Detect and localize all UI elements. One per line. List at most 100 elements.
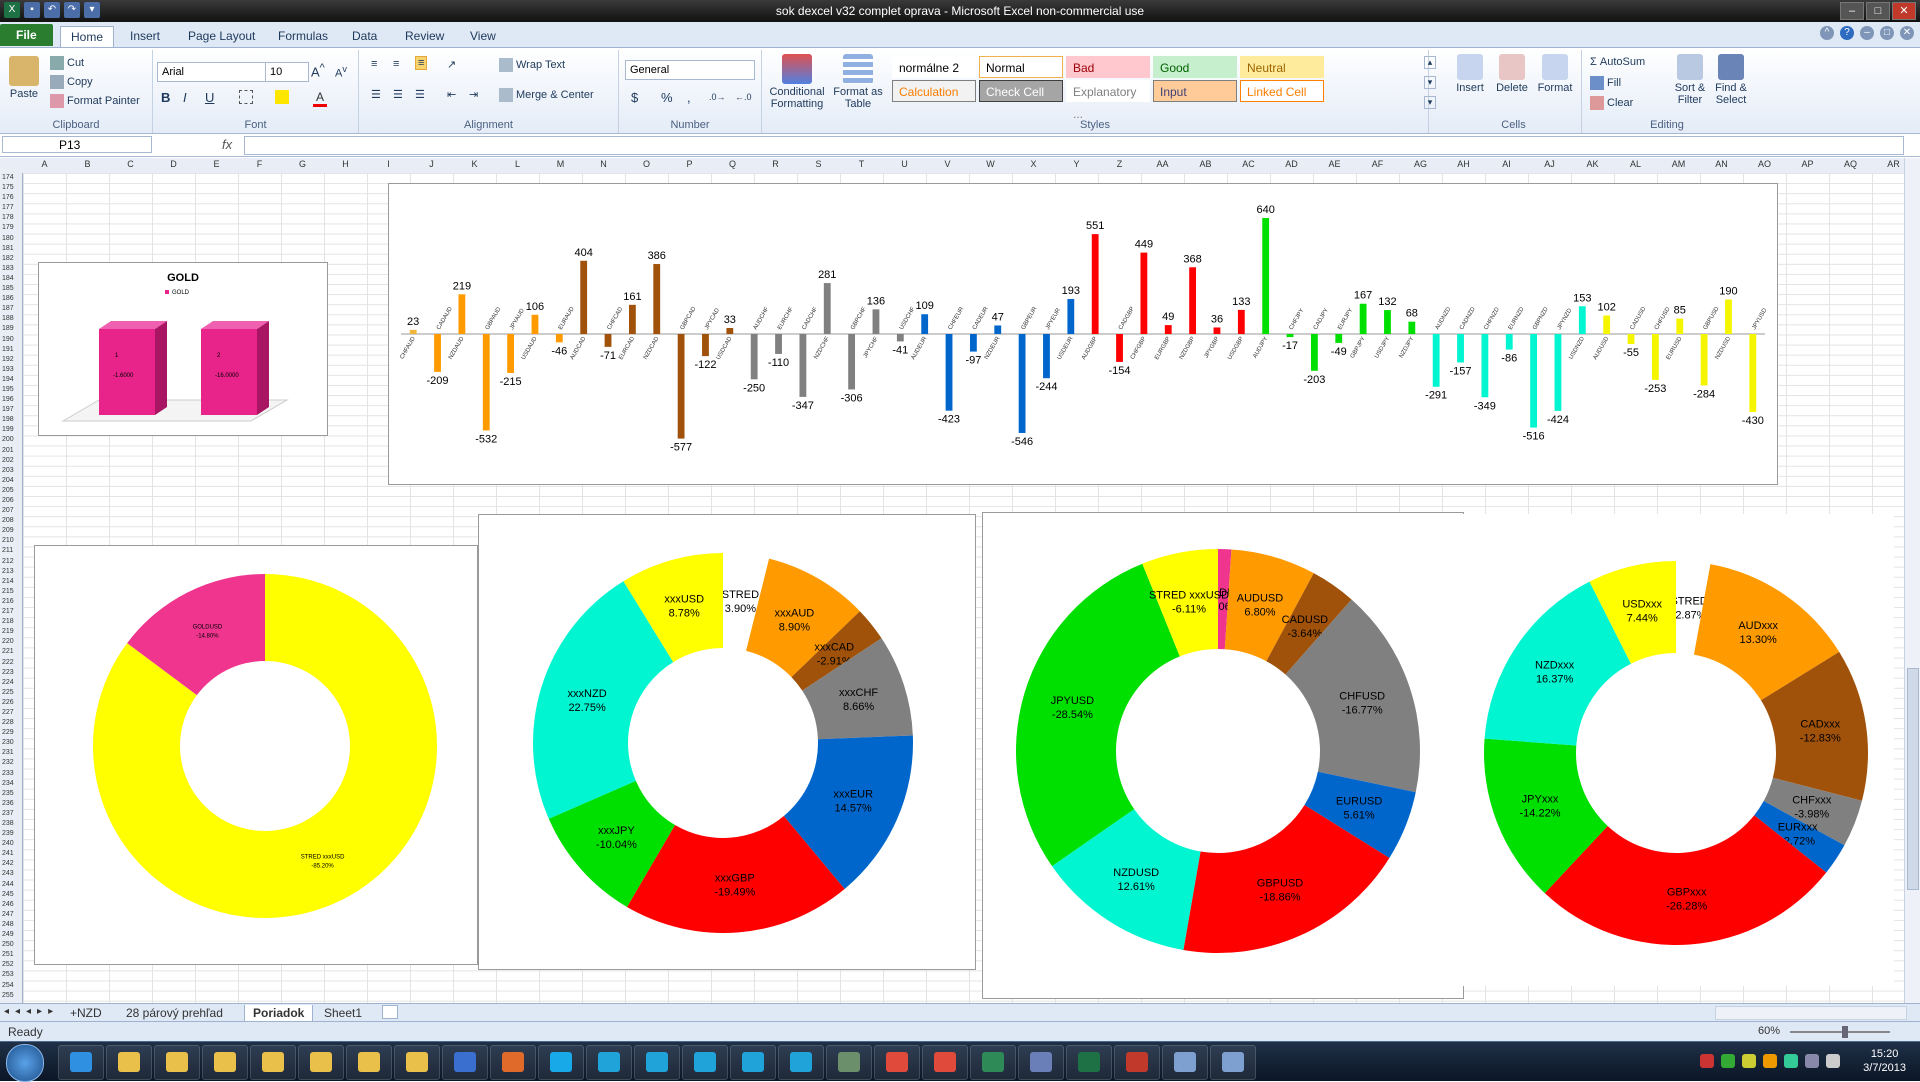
column-header[interactable]: AG	[1399, 159, 1442, 169]
bold-button[interactable]: B	[161, 90, 170, 105]
row-header[interactable]: 218	[0, 617, 22, 627]
sort-filter-button[interactable]: Sort & Filter	[1670, 54, 1710, 106]
close-button[interactable]: ✕	[1892, 2, 1916, 20]
row-header[interactable]: 211	[0, 546, 22, 556]
taskbar-app-button[interactable]	[298, 1045, 344, 1080]
column-header[interactable]: AH	[1442, 159, 1485, 169]
column-header[interactable]: U	[883, 159, 926, 169]
styles-scroll-up-button[interactable]: ▴	[1424, 56, 1436, 69]
sheet-tab-poriadok[interactable]: Poriadok	[244, 1005, 314, 1022]
row-header[interactable]: 242	[0, 859, 22, 869]
column-header[interactable]: AN	[1700, 159, 1743, 169]
currency-button[interactable]: $	[631, 90, 638, 105]
row-header[interactable]: 243	[0, 869, 22, 879]
volume-icon[interactable]	[1826, 1054, 1840, 1068]
row-header[interactable]: 192	[0, 355, 22, 365]
row-header[interactable]: 197	[0, 405, 22, 415]
align-right-button[interactable]: ☰	[415, 88, 425, 101]
column-header[interactable]: Q	[711, 159, 754, 169]
row-header[interactable]: 187	[0, 304, 22, 314]
taskbar-app-button[interactable]	[682, 1045, 728, 1080]
column-header[interactable]: D	[152, 159, 195, 169]
column-header[interactable]: B	[66, 159, 109, 169]
taskbar-app-button[interactable]	[586, 1045, 632, 1080]
tab-insert[interactable]: Insert	[120, 26, 170, 46]
row-header[interactable]: 198	[0, 415, 22, 425]
column-header[interactable]: T	[840, 159, 883, 169]
usd-pairs-donut-chart[interactable]: GOLDUSD -1.06% AUDUSD 6.80% CADUSD -3.64% CHFU…	[982, 512, 1464, 999]
row-header[interactable]: 210	[0, 536, 22, 546]
column-header[interactable]: L	[496, 159, 539, 169]
row-header[interactable]: 241	[0, 849, 22, 859]
conditional-formatting-button[interactable]: Conditional Formatting	[766, 54, 828, 110]
row-header[interactable]: 180	[0, 234, 22, 244]
column-header[interactable]: AL	[1614, 159, 1657, 169]
taskbar-app-button[interactable]	[250, 1045, 296, 1080]
orientation-button[interactable]: ↗	[447, 58, 456, 71]
tray-icon[interactable]	[1763, 1054, 1777, 1068]
gold-bar-chart[interactable]: GOLD GOLD 1 -1.6000 2 -16.0000	[38, 262, 328, 436]
font-name-select[interactable]: Arial	[157, 62, 277, 82]
column-header[interactable]: O	[625, 159, 668, 169]
taskbar-app-button[interactable]	[922, 1045, 968, 1080]
taskbar-app-button[interactable]	[538, 1045, 584, 1080]
borders-button[interactable]	[239, 90, 256, 104]
row-header[interactable]: 182	[0, 254, 22, 264]
sheet-tab-nzd[interactable]: +NZD	[62, 1005, 110, 1021]
row-header[interactable]: 251	[0, 950, 22, 960]
row-header[interactable]: 206	[0, 496, 22, 506]
tab-view[interactable]: View	[460, 26, 506, 46]
taskbar-app-button[interactable]	[1018, 1045, 1064, 1080]
insert-sheet-icon[interactable]	[382, 1005, 398, 1019]
shrink-font-button[interactable]: Av	[335, 64, 347, 80]
row-header[interactable]: 221	[0, 647, 22, 657]
row-header[interactable]: 213	[0, 567, 22, 577]
column-header[interactable]: AK	[1571, 159, 1614, 169]
column-header[interactable]: AB	[1184, 159, 1227, 169]
cell-style-norm-lne-2[interactable]: normálne 2	[892, 56, 976, 78]
row-header[interactable]: 247	[0, 910, 22, 920]
row-header[interactable]: 252	[0, 960, 22, 970]
tray-icon[interactable]	[1742, 1054, 1756, 1068]
row-header[interactable]: 201	[0, 446, 22, 456]
row-header[interactable]: 223	[0, 668, 22, 678]
number-format-select[interactable]: General	[625, 60, 755, 80]
row-header[interactable]: 216	[0, 597, 22, 607]
row-header[interactable]: 204	[0, 476, 22, 486]
italic-button[interactable]: I	[183, 90, 187, 105]
column-header[interactable]: J	[410, 159, 453, 169]
align-center-button[interactable]: ☰	[393, 88, 403, 101]
start-button[interactable]	[6, 1044, 44, 1082]
taskbar-app-button[interactable]	[1210, 1045, 1256, 1080]
row-header[interactable]: 176	[0, 193, 22, 203]
row-header[interactable]: 194	[0, 375, 22, 385]
xxx-currency-donut-chart[interactable]: STRED 3.90% xxxAUD 8.90% xxxCAD -2.91% xxxCHF 8…	[478, 514, 976, 970]
row-header[interactable]: 177	[0, 203, 22, 213]
column-header[interactable]: M	[539, 159, 582, 169]
column-header[interactable]: X	[1012, 159, 1055, 169]
row-header[interactable]: 191	[0, 345, 22, 355]
paste-button[interactable]: Paste	[6, 56, 42, 100]
row-header[interactable]: 228	[0, 718, 22, 728]
row-header[interactable]: 205	[0, 486, 22, 496]
row-header[interactable]: 235	[0, 789, 22, 799]
align-middle-button[interactable]: ≡	[393, 58, 399, 70]
row-header[interactable]: 217	[0, 607, 22, 617]
row-header[interactable]: 255	[0, 991, 22, 1001]
column-header[interactable]: H	[324, 159, 367, 169]
row-header[interactable]: 231	[0, 748, 22, 758]
column-header[interactable]: R	[754, 159, 797, 169]
row-header[interactable]: 188	[0, 314, 22, 324]
column-header[interactable]: AE	[1313, 159, 1356, 169]
minimize-ribbon-icon[interactable]: ^	[1820, 26, 1834, 40]
row-header[interactable]: 215	[0, 587, 22, 597]
increase-decimal-button[interactable]: .0→	[709, 92, 726, 102]
row-header[interactable]: 208	[0, 516, 22, 526]
cell-style-input[interactable]: Input	[1153, 80, 1237, 102]
clear-button[interactable]: Clear	[1590, 96, 1633, 110]
row-header[interactable]: 238	[0, 819, 22, 829]
column-header[interactable]: Z	[1098, 159, 1141, 169]
format-cells-button[interactable]: Format	[1534, 54, 1576, 94]
decrease-decimal-button[interactable]: ←.0	[735, 92, 752, 102]
increase-indent-button[interactable]: ⇥	[469, 88, 478, 101]
